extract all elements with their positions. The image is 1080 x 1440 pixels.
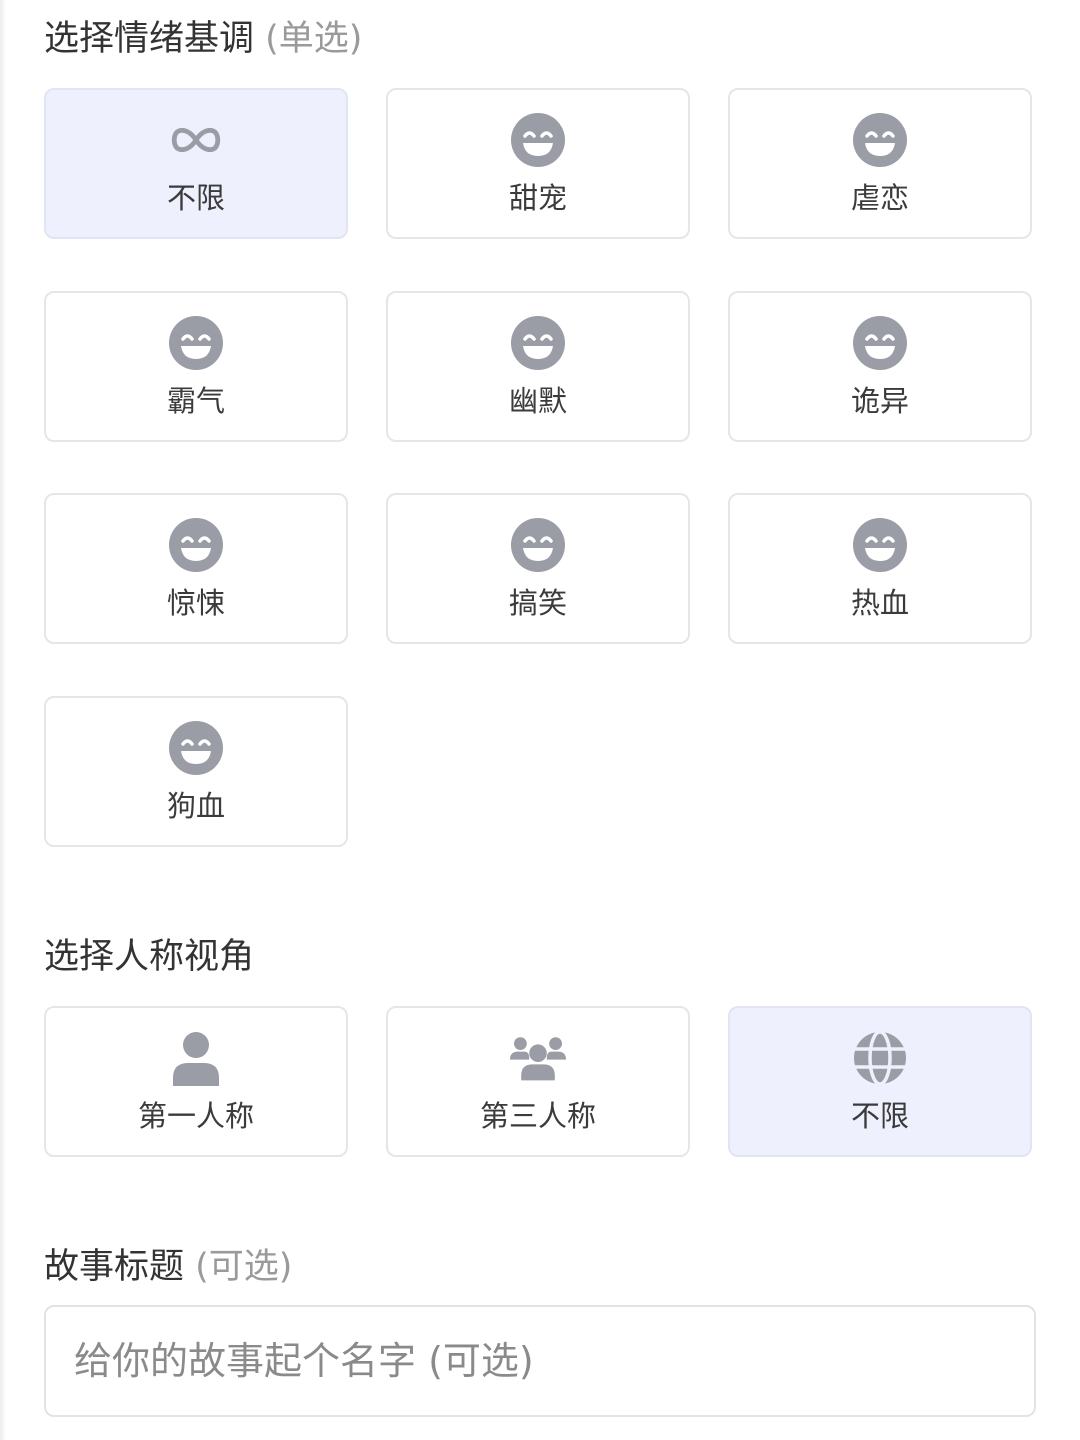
tone-option-unlimited[interactable]: 不限 [44,88,348,239]
story-title-section-title: 故事标题 (可选) [44,1247,292,1287]
smiley-icon [510,112,566,168]
group-icon [510,1030,566,1086]
perspective-option-first-person[interactable]: 第一人称 [44,1006,348,1157]
person-icon [168,1030,224,1086]
tone-option-label: 诡异 [850,384,909,418]
perspective-option-unlimited[interactable]: 不限 [728,1006,1032,1157]
perspective-option-label: 第一人称 [137,1099,254,1133]
tone-option-sweet[interactable]: 甜宠 [386,88,690,239]
tone-option-angst[interactable]: 虐恋 [728,88,1032,239]
smiley-icon [168,517,224,573]
tone-option-label: 不限 [166,181,225,215]
story-title-text: 故事标题 [44,1247,185,1287]
tone-option-eerie[interactable]: 诡异 [728,291,1032,442]
tone-option-comedy[interactable]: 搞笑 [386,493,690,644]
tone-option-passionate[interactable]: 热血 [728,493,1032,644]
story-title-hint: (可选) [195,1247,293,1287]
tone-option-label: 霸气 [166,384,225,418]
perspective-option-third-person[interactable]: 第三人称 [386,1006,690,1157]
story-title-input[interactable] [44,1305,1036,1417]
tone-option-label: 幽默 [508,384,567,418]
tone-option-label: 甜宠 [508,181,567,215]
tone-option-label: 惊悚 [166,586,225,620]
globe-icon [852,1030,908,1086]
smiley-icon [168,315,224,371]
left-edge-shadow [0,0,6,1440]
tone-option-thriller[interactable]: 惊悚 [44,493,348,644]
tone-option-label: 狗血 [166,789,225,823]
perspective-title-text: 选择人称视角 [44,937,255,977]
tone-option-domineering[interactable]: 霸气 [44,291,348,442]
tone-option-humor[interactable]: 幽默 [386,291,690,442]
infinity-icon [168,112,224,168]
tone-option-label: 搞笑 [508,586,567,620]
smiley-icon [510,315,566,371]
smiley-icon [168,720,224,776]
tone-section-title: 选择情绪基调 (单选) [44,19,362,59]
tone-option-melodrama[interactable]: 狗血 [44,696,348,847]
tone-option-label: 虐恋 [850,181,909,215]
perspective-option-label: 第三人称 [479,1099,596,1133]
smiley-icon [510,517,566,573]
tone-title-text: 选择情绪基调 [44,19,255,59]
smiley-icon [852,112,908,168]
smiley-icon [852,517,908,573]
smiley-icon [852,315,908,371]
perspective-option-label: 不限 [850,1099,909,1133]
perspective-section-title: 选择人称视角 [44,937,254,977]
tone-title-hint: (单选) [265,19,363,59]
tone-option-label: 热血 [850,586,909,620]
